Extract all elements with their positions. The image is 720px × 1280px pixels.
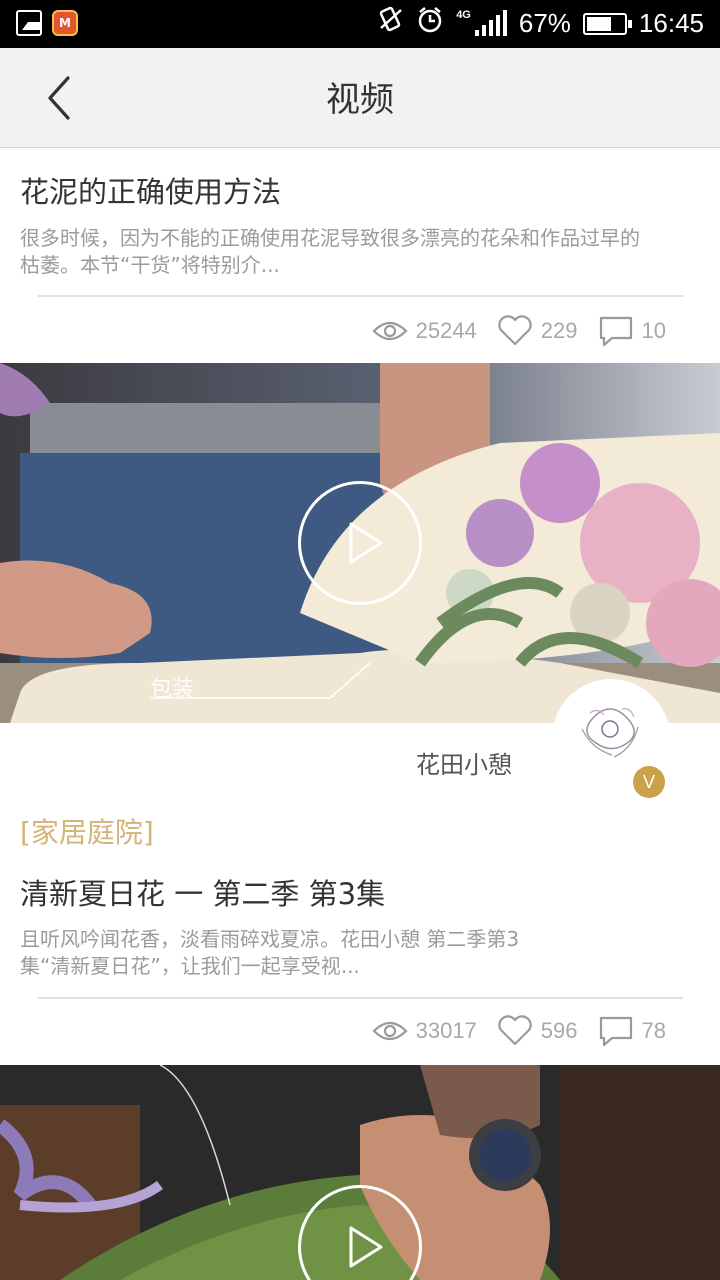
article-description: 且听风吟闻花香，淡看雨碎戏夏凉。花田小憩 第二季第3集“清新夏日花”，让我们一起… [20, 927, 520, 978]
app-icon: M [52, 10, 78, 36]
vibrate-icon [378, 6, 404, 41]
video-thumbnail[interactable]: 包装 [0, 363, 720, 723]
views-stat: 33017 [372, 1018, 477, 1044]
comment-icon[interactable] [598, 315, 634, 347]
clock: 16:45 [638, 8, 704, 38]
article-stats: 33017 596 78 [372, 1015, 666, 1047]
views-stat: 25244 [372, 318, 477, 344]
battery-icon [582, 12, 632, 35]
likes-stat[interactable]: 596 [497, 1015, 578, 1047]
play-icon[interactable] [298, 1185, 422, 1280]
alarm-icon [416, 6, 444, 41]
likes-count: 229 [540, 318, 578, 343]
play-icon[interactable] [298, 481, 422, 605]
heart-icon[interactable] [497, 1015, 533, 1047]
heart-icon[interactable] [497, 315, 533, 347]
author-name[interactable]: 花田小憩 [416, 745, 512, 780]
comment-icon[interactable] [598, 1015, 634, 1047]
battery-percent: 67% [518, 8, 571, 38]
gallery-icon [16, 10, 42, 36]
signal-icon [474, 9, 507, 36]
divider [38, 997, 683, 999]
comments-count: 10 [641, 318, 666, 343]
page-title: 视频 [326, 80, 394, 120]
nav-bar: 视频 [0, 48, 720, 148]
article-title[interactable]: 花泥的正确使用方法 [20, 169, 281, 211]
article-stats: 25244 229 10 [372, 315, 666, 347]
video-thumbnail[interactable] [0, 1065, 720, 1280]
network-type: 4G [456, 8, 471, 21]
video-caption: 包装 [150, 677, 195, 702]
comments-stat[interactable]: 78 [598, 1015, 666, 1047]
comments-stat[interactable]: 10 [598, 315, 666, 347]
eye-icon [372, 321, 408, 341]
views-count: 33017 [415, 1018, 477, 1043]
verified-badge: V [633, 766, 665, 798]
likes-stat[interactable]: 229 [497, 315, 578, 347]
views-count: 25244 [415, 318, 477, 343]
article-card-1[interactable]: 花泥的正确使用方法 很多时候，因为不能的正确使用花泥导致很多漂亮的花朵和作品过早… [0, 149, 720, 363]
eye-icon [372, 1021, 408, 1041]
status-bar: M 4G 67% 16:45 [0, 0, 720, 48]
article-description: 很多时候，因为不能的正确使用花泥导致很多漂亮的花朵和作品过早的枯萎。本节“干货”… [20, 226, 640, 277]
likes-count: 596 [540, 1018, 578, 1043]
comments-count: 78 [641, 1018, 666, 1043]
category-tag[interactable]: [家居庭院] [20, 811, 154, 851]
divider [38, 295, 683, 297]
article-title[interactable]: 清新夏日花 一 第二季 第3集 [20, 871, 385, 913]
